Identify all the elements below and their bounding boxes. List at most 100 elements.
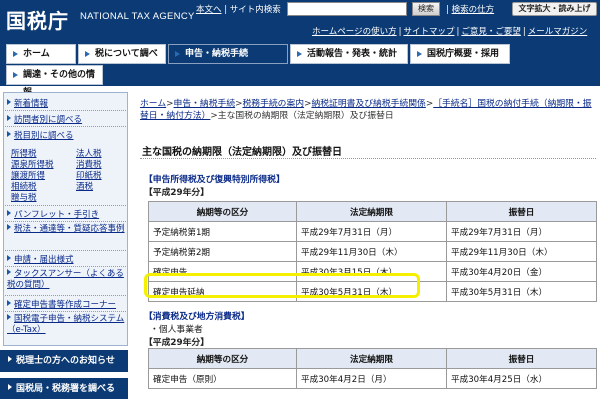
highlight-annotation <box>144 273 420 298</box>
tax-office-label: 国税局・税務署を調べる <box>16 384 116 394</box>
arrow-icon <box>7 269 11 275</box>
col-header: 法定納期限 <box>296 201 447 222</box>
table-cell: 平成30年4月2日（月） <box>296 368 447 389</box>
table-row: 予定納税第2期 平成29年11月30日（木） 平成29年11月30日（木） <box>148 241 597 262</box>
main-content: ホーム>申告・納税手続>税務手続の案内>納税証明書及び納税手続関係>［手続名］国… <box>134 92 600 399</box>
section-consumption-tax-heading: 【消費税及び地方消費税】 <box>144 312 250 322</box>
table-header-row: 納期等の区分 法定納期限 振替日 <box>148 201 597 222</box>
font-size-button[interactable]: 文字拡大・読み上げ <box>512 2 597 16</box>
search-help-link[interactable]: 検索の仕方 <box>452 5 495 15</box>
divider <box>5 205 126 206</box>
section-consumption-tax-year: 【平成29年分】 <box>144 338 210 348</box>
sidebar-item-visitors[interactable]: 訪問者別に調べる <box>7 113 82 125</box>
sidebar-item-pamphlet[interactable]: パンフレット・手引き <box>7 208 99 220</box>
sidebar-item-news[interactable]: 新着情報 <box>7 97 48 109</box>
sidebar: 新着情報 訪問者別に調べる 税目別に調べる 所得税 法人税 源泉所得税 消費税 … <box>0 92 128 399</box>
section-consumption-tax-note: ・個人事業者 <box>150 325 203 335</box>
search-label: サイト内検索 <box>229 5 281 15</box>
col-header: 納期等の区分 <box>148 201 297 222</box>
breadcrumb-procedures[interactable]: 税務手続の案内 <box>242 99 304 109</box>
divider <box>5 266 126 267</box>
header-sublinks: ホームページの使い方 | サイトマップ | ご意見・ご要望 | メールマガジン <box>312 25 587 37</box>
breadcrumb-certificate[interactable]: 納税証明書及び納税手続関係 <box>311 99 425 109</box>
table-cell: 予定納税第2期 <box>148 241 297 262</box>
sidebar-item-by-tax[interactable]: 税目別に調べる <box>7 129 74 141</box>
sidebar-menu: 新着情報 訪問者別に調べる 税目別に調べる 所得税 法人税 源泉所得税 消費税 … <box>3 92 128 346</box>
table-cell: 平成29年11月30日（木） <box>296 241 447 262</box>
sidebar-item-label: 税目別に調べる <box>14 131 74 141</box>
feedback-link[interactable]: ご意見・ご要望 <box>461 27 521 37</box>
breadcrumb-current: 主な国税の納期限（法定納期限）及び振替日 <box>217 111 394 121</box>
table-cell: 平成29年7月31日（月） <box>296 221 447 242</box>
arrow-icon <box>8 384 12 390</box>
sidebar-item-label: 税法・通達等・質疑応答事例 <box>14 224 125 234</box>
sidebar-item-label: タックスアンサー（よくある税の質問） <box>7 269 124 290</box>
tax-accountant-button[interactable]: 税理士の方へのお知らせ <box>0 350 128 372</box>
breadcrumb-sep: > <box>210 111 218 121</box>
table-header-row: 納期等の区分 法定納期限 振替日 <box>148 348 597 369</box>
sidebar-item-applications[interactable]: 申請・届出様式 <box>7 253 74 265</box>
divider <box>5 250 126 251</box>
search-help-sep: | <box>446 5 449 15</box>
arrow-icon <box>7 255 11 261</box>
skip-to-content-link[interactable]: 本文へ <box>196 5 222 15</box>
nav-tax-info[interactable]: 税について調べる <box>78 44 166 77</box>
table-cell: 平成30年4月20日（金） <box>446 261 597 282</box>
breadcrumb-home[interactable]: ホーム <box>140 99 166 109</box>
sidebar-item-label: 確定申告書等作成コーナー <box>14 300 117 310</box>
divider <box>5 126 126 127</box>
col-header: 法定納期限 <box>296 348 447 369</box>
arrow-icon <box>7 131 11 137</box>
divider <box>5 311 126 312</box>
search-button[interactable]: 検索 <box>412 2 440 16</box>
sidebar-item-label: 国税電子申告・納税システム（e-Tax） <box>7 314 125 335</box>
nav-home[interactable]: ホーム <box>6 44 76 64</box>
site-header: 国税庁 NATIONAL TAX AGENCY 本文へ | サイト内検索 検索 … <box>0 0 600 40</box>
sidebar-item-notices[interactable]: 税法・通達等・質疑応答事例 <box>7 224 125 235</box>
arrow-icon <box>7 210 11 216</box>
usage-link[interactable]: ホームページの使い方 <box>312 27 397 37</box>
tax-office-button[interactable]: 国税局・税務署を調べる <box>0 378 128 399</box>
section-income-tax-year: 【平成29年分】 <box>144 188 210 198</box>
mail-magazine-link[interactable]: メールマガジン <box>528 27 588 37</box>
tax-accountant-label: 税理士の方へのお知らせ <box>16 356 115 366</box>
arrow-icon <box>7 224 11 230</box>
breadcrumb-sep: > <box>166 99 174 109</box>
divider <box>5 110 126 111</box>
tax-item-gift[interactable]: 贈与税 <box>11 191 37 203</box>
sidebar-item-label: パンフレット・手引き <box>14 210 100 220</box>
logo-ja[interactable]: 国税庁 <box>6 5 69 34</box>
nav-procurement[interactable]: 調達・その他の情報 <box>6 65 103 98</box>
section-income-tax-heading: 【申告所得税及び復興特別所得税】 <box>144 175 285 185</box>
table-cell: 平成29年7月31日（月） <box>446 221 597 242</box>
table-row: 予定納税第1期 平成29年7月31日（月） 平成29年7月31日（月） <box>148 221 597 242</box>
consumption-tax-table: 納期等の区分 法定納期限 振替日 確定申告（原則） 平成30年4月2日（月） 平… <box>148 348 597 389</box>
divider <box>5 221 126 222</box>
arrow-icon <box>8 356 12 362</box>
table-cell: 平成29年11月30日（木） <box>446 241 597 262</box>
header-sep: | <box>224 5 228 15</box>
nav-filing[interactable]: 申告・納税手続 <box>168 44 288 64</box>
search-help: | 検索の仕方 <box>446 3 494 15</box>
table-cell: 予定納税第1期 <box>148 221 297 242</box>
nav-reports[interactable]: 活動報告・発表・統計 <box>290 44 408 64</box>
sidebar-item-label: 新着情報 <box>14 99 49 109</box>
table-cell: 平成30年5月31日（木） <box>446 281 597 302</box>
sidebar-item-label: 訪問者別に調べる <box>14 115 83 125</box>
sitemap-link[interactable]: サイトマップ <box>403 27 454 37</box>
sidebar-item-etax[interactable]: 国税電子申告・納税システム（e-Tax） <box>7 314 125 336</box>
nav-overview[interactable]: 国税庁概要・採用 <box>410 44 510 64</box>
table-row: 確定申告（原則） 平成30年4月2日（月） 平成30年4月25日（水） <box>148 368 597 389</box>
col-header: 振替日 <box>446 348 597 369</box>
breadcrumb-filing[interactable]: 申告・納税手続 <box>174 99 236 109</box>
global-nav: ホーム 税について調べる 申告・納税手続 活動報告・発表・統計 国税庁概要・採用… <box>0 40 600 98</box>
col-header: 振替日 <box>446 201 597 222</box>
col-header: 納期等の区分 <box>148 348 297 369</box>
arrow-icon <box>7 115 11 121</box>
sidebar-item-taxanswer[interactable]: タックスアンサー（よくある税の質問） <box>7 269 125 291</box>
search-input[interactable] <box>287 2 407 16</box>
sidebar-item-kakutei[interactable]: 確定申告書等作成コーナー <box>7 298 116 310</box>
table-cell: 平成30年4月25日（水） <box>446 368 597 389</box>
title-divider <box>140 158 596 159</box>
tax-item-liquor[interactable]: 酒税 <box>76 180 93 192</box>
